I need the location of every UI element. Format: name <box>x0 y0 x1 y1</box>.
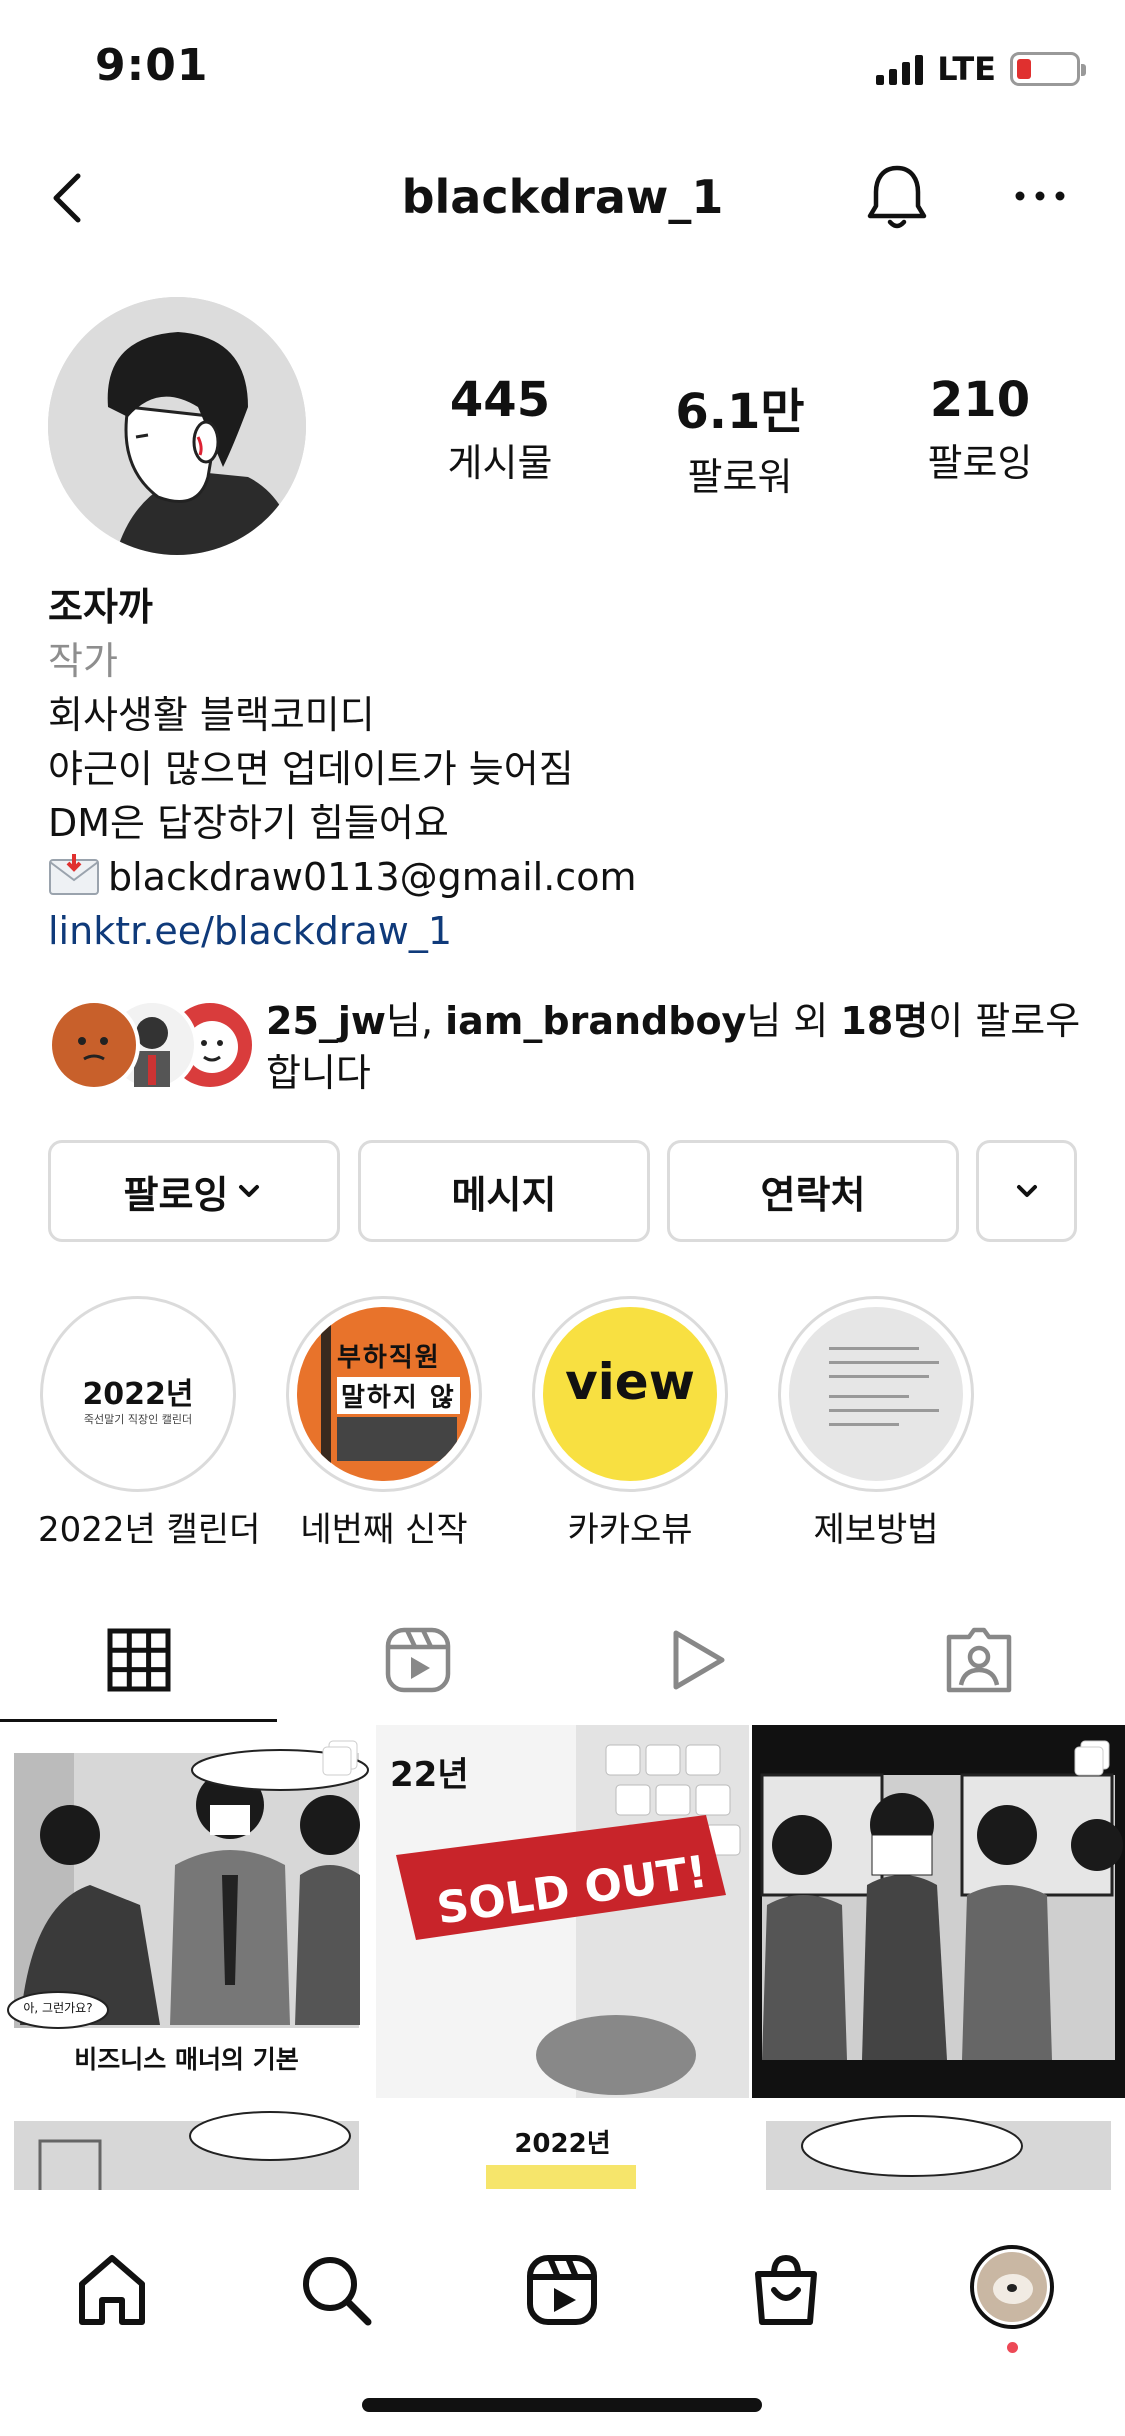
more-options-icon[interactable] <box>1010 170 1070 220</box>
highlight-cover-title: 2022년 <box>82 1377 194 1412</box>
bell-icon[interactable] <box>862 160 932 235</box>
reels-icon[interactable] <box>522 2250 602 2330</box>
status-indicators: LTE <box>876 50 1086 88</box>
bio-line: DM은 답장하기 힘들어요 <box>48 801 449 845</box>
stat-following[interactable]: 210 팔로잉 <box>880 372 1080 487</box>
stat-label: 게시물 <box>447 441 553 485</box>
highlight-cover-title: 부하직원 <box>337 1343 441 1373</box>
following-button[interactable]: 팔로잉 <box>48 1140 340 1242</box>
battery-icon <box>1010 52 1086 86</box>
post-tile[interactable]: 아, 그런가요? 비즈니스 매너의 기본 <box>0 1725 373 2098</box>
highlight-new-book[interactable]: 부하직원 말하지 않 네번째 신작 <box>284 1296 484 1551</box>
post-tile[interactable] <box>752 1725 1125 2098</box>
highlight-label: 2022년 캘린더 <box>38 1510 261 1550</box>
chevron-down-icon <box>239 1185 260 1197</box>
bio-email[interactable]: blackdraw0113@gmail.com <box>108 855 636 899</box>
follower-avatar <box>48 999 140 1091</box>
profile-bio: 조자까 작가 회사생활 블랙코미디 야근이 많으면 업데이트가 늦어짐 DM은 … <box>48 580 1088 958</box>
bio-line: 야근이 많으면 업데이트가 늦어짐 <box>48 747 574 791</box>
highlight-report-guide[interactable]: 제보방법 <box>776 1296 976 1551</box>
notification-dot <box>1007 2342 1018 2353</box>
status-bar: 9:01 LTE <box>0 0 1125 140</box>
signal-icon <box>876 53 924 85</box>
multiple-posts-icon <box>1074 1740 1110 1776</box>
chevron-down-icon <box>1016 1185 1037 1197</box>
profile-tabs <box>0 1600 1125 1725</box>
message-button[interactable]: 메시지 <box>358 1140 650 1242</box>
post-grid: 아, 그런가요? 비즈니스 매너의 기본 22년 SOLD OUT! 2022년 <box>0 1725 1125 2195</box>
profile-category: 작가 <box>48 639 118 683</box>
highlight-cover-subtitle: 죽선말기 직장인 캘린더 <box>83 1413 193 1426</box>
highlight-cover-title: view <box>565 1353 695 1411</box>
tagged-icon[interactable] <box>944 1625 1014 1695</box>
highlight-cover-subtitle: 말하지 않 <box>337 1377 460 1414</box>
post-tile[interactable]: 22년 SOLD OUT! <box>376 1725 749 2098</box>
reels-icon[interactable] <box>383 1625 453 1695</box>
profile-avatar-tab[interactable] <box>970 2245 1054 2329</box>
profile-avatar[interactable] <box>48 297 306 555</box>
shop-icon[interactable] <box>746 2250 826 2330</box>
grid-icon[interactable] <box>104 1625 174 1695</box>
multiple-posts-icon <box>322 1740 358 1776</box>
following-button-label: 팔로잉 <box>123 1172 229 1217</box>
stat-value: 445 <box>449 372 551 428</box>
stat-followers[interactable]: 6.1만 팔로워 <box>640 372 840 501</box>
search-icon[interactable] <box>296 2250 376 2330</box>
stat-label: 팔로워 <box>687 455 793 499</box>
display-name: 조자까 <box>48 585 153 629</box>
active-tab-indicator <box>0 1719 277 1722</box>
post-cover-text: 22년 <box>390 1755 469 1795</box>
followed-by-text: 25_jw님, iam_brandboy님 외 18명이 팔로우 합니다 <box>266 999 1081 1095</box>
bio-link[interactable]: linktr.ee/blackdraw_1 <box>48 904 1088 958</box>
post-tile[interactable] <box>0 2101 373 2195</box>
post-tile[interactable]: 2022년 <box>376 2101 749 2195</box>
highlight-label: 제보방법 <box>813 1510 939 1550</box>
highlight-calendar[interactable]: 2022년 죽선말기 직장인 캘린더 2022년 캘린더 <box>38 1296 261 1551</box>
post-tile[interactable] <box>752 2101 1125 2195</box>
bio-line: 회사생활 블랙코미디 <box>48 693 375 737</box>
highlight-label: 네번째 신작 <box>300 1510 468 1550</box>
post-caption: 비즈니스 매너의 기본 <box>74 2045 299 2074</box>
home-icon[interactable] <box>72 2250 152 2330</box>
network-label: LTE <box>937 50 996 88</box>
bio-email-row: blackdraw0113@gmail.com <box>48 850 1088 904</box>
top-nav: blackdraw_1 <box>0 150 1125 250</box>
suggested-accounts-button[interactable] <box>976 1140 1077 1242</box>
status-time: 9:01 <box>95 40 209 91</box>
contact-button[interactable]: 연락처 <box>667 1140 959 1242</box>
video-play-icon[interactable] <box>662 1625 732 1695</box>
envelope-icon <box>49 854 99 895</box>
home-indicator <box>362 2398 762 2412</box>
highlight-kakao-view[interactable]: view 카카오뷰 <box>530 1296 730 1551</box>
speech-bubble-text: 아, 그런가요? <box>23 2001 93 2015</box>
post-caption: 2022년 <box>514 2129 611 2159</box>
stat-value: 210 <box>929 372 1031 428</box>
bottom-nav <box>0 2190 1125 2436</box>
stat-posts[interactable]: 445 게시물 <box>400 372 600 487</box>
profile-username: blackdraw_1 <box>401 170 724 224</box>
stat-label: 팔로잉 <box>927 441 1033 485</box>
stat-value: 6.1만 <box>675 384 805 440</box>
highlight-label: 카카오뷰 <box>567 1510 693 1550</box>
